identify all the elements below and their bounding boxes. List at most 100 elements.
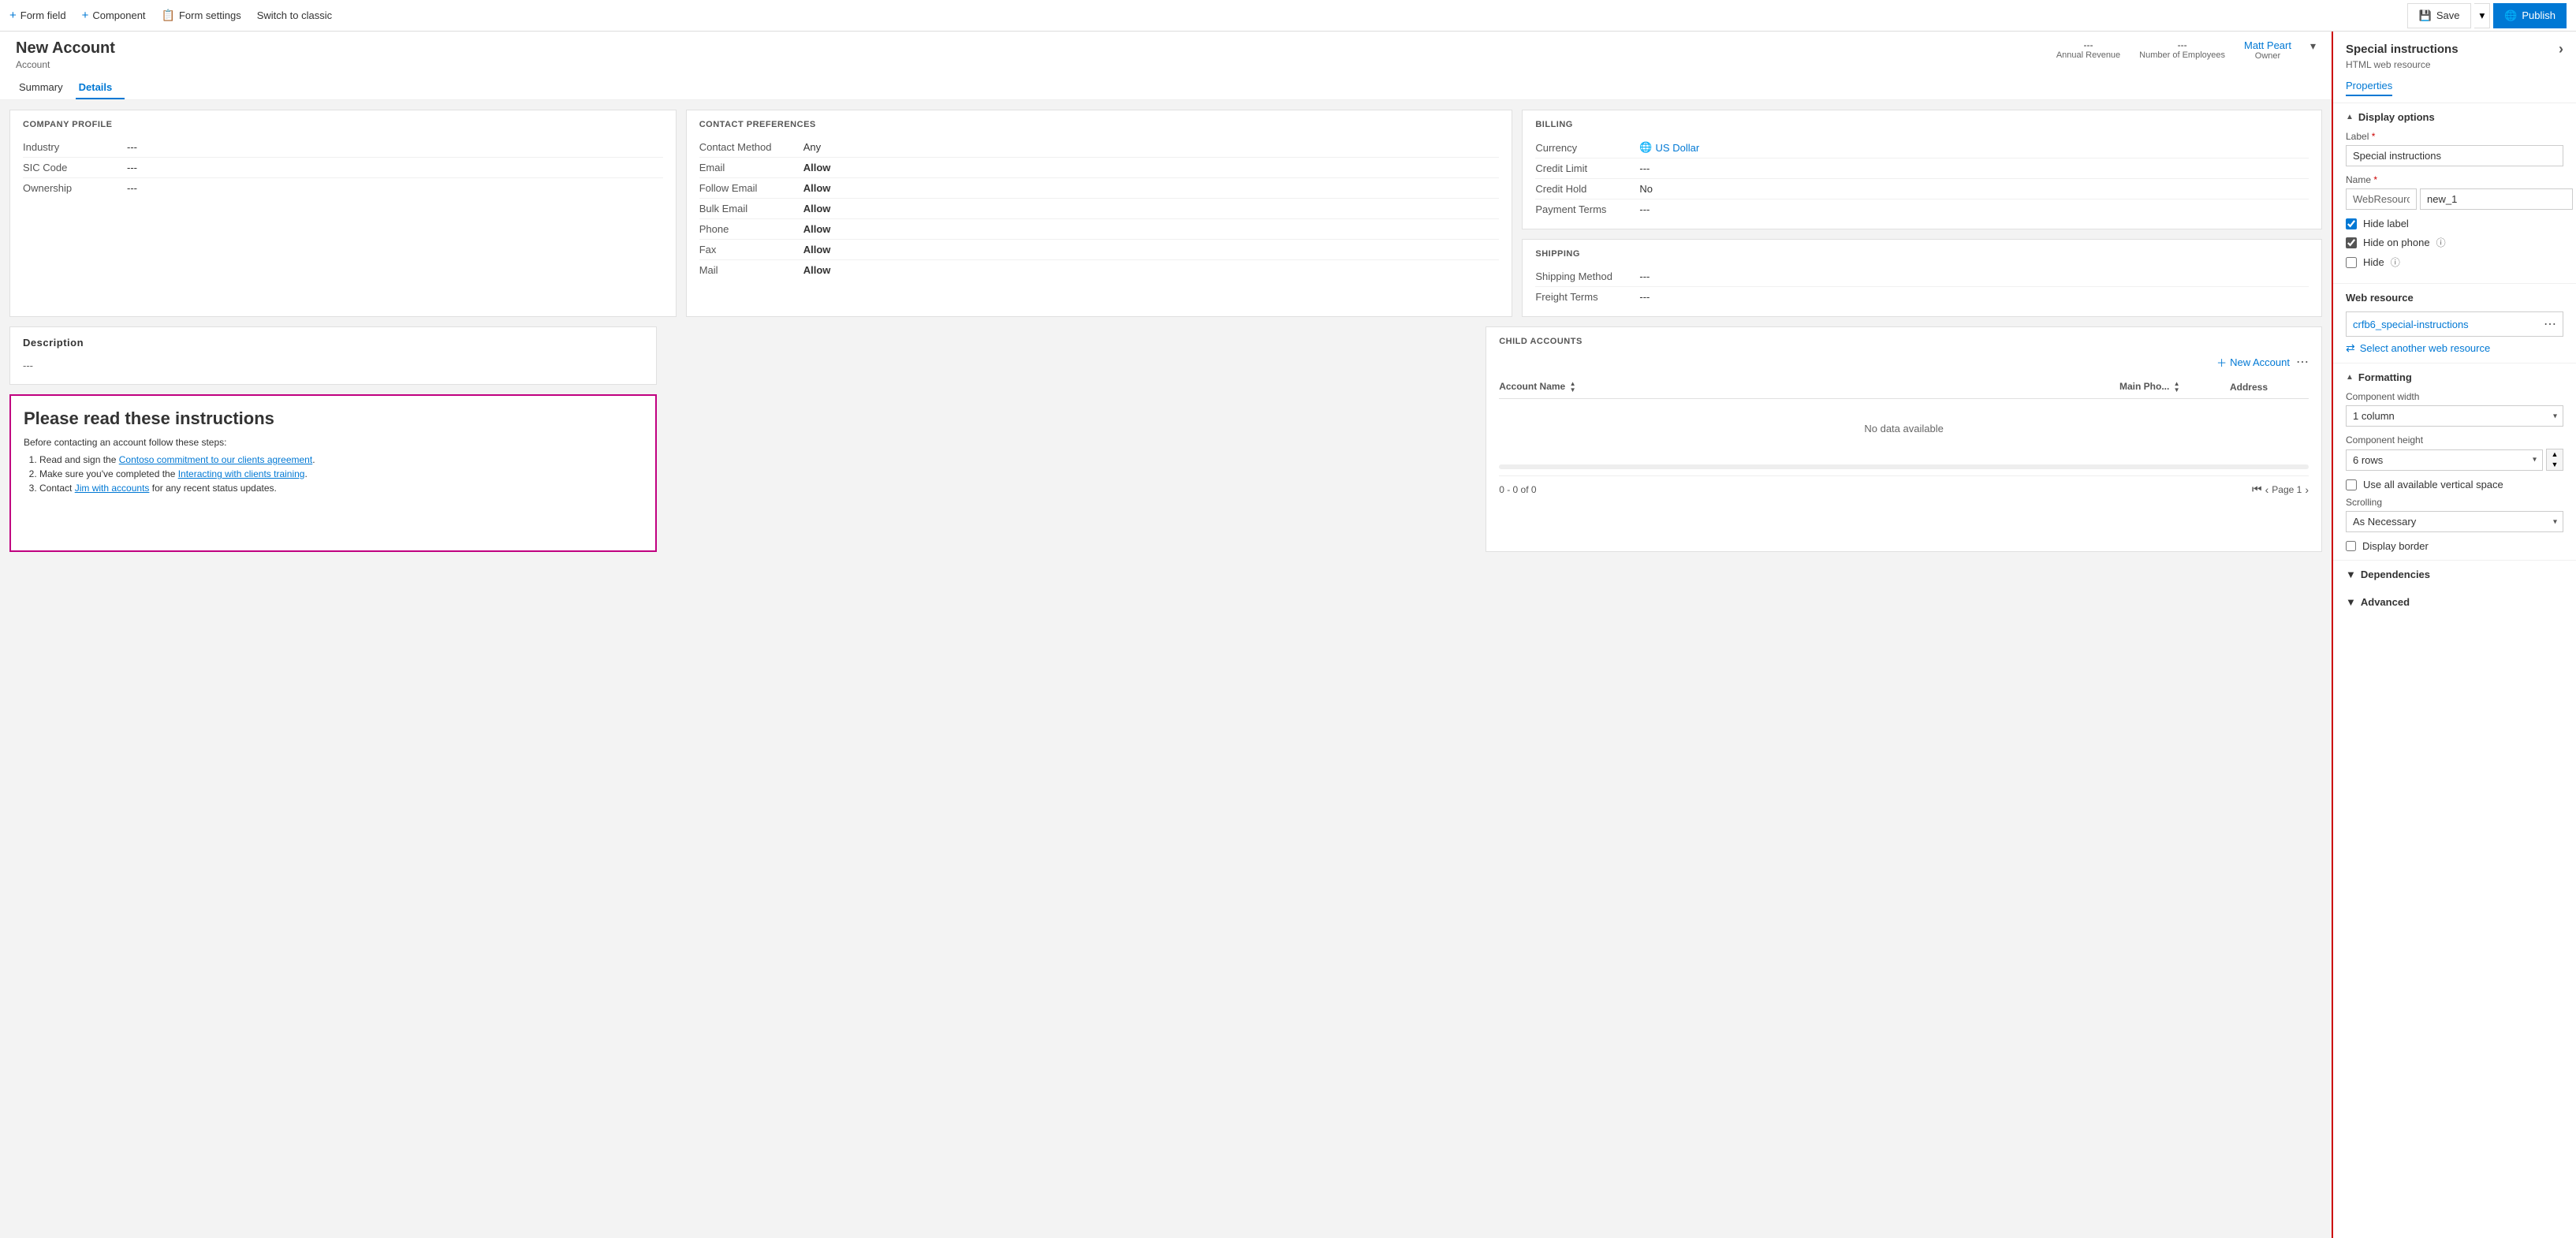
shipping-method-field: Shipping Method --- (1535, 267, 2309, 287)
info-icon-hide[interactable]: ⓘ (2391, 255, 2400, 269)
middle-spacer (666, 326, 1476, 552)
phone-field: Phone Allow (699, 219, 1500, 240)
hide-checkbox[interactable] (2346, 257, 2357, 268)
follow-email-field: Follow Email Allow (699, 178, 1500, 199)
save-button[interactable]: 💾 Save (2407, 3, 2472, 28)
use-all-space-row: Use all available vertical space (2346, 479, 2563, 490)
form-field-button[interactable]: + Form field (9, 9, 66, 22)
web-resource-label: Web resource (2346, 292, 2563, 304)
list-item: Contact Jim with accounts for any recent… (39, 483, 643, 494)
more-options-button[interactable]: ⋯ (2296, 354, 2309, 370)
hide-label-row: Hide label (2346, 218, 2563, 229)
ownership-field: Ownership --- (23, 178, 663, 198)
panel-close-icon[interactable]: › (2559, 41, 2563, 58)
prev-page-button[interactable]: ‹ (2265, 483, 2269, 496)
form-settings-button[interactable]: 📋 Form settings (162, 9, 241, 22)
height-wrapper: 6 rows ▾ ▲ ▼ (2346, 449, 2563, 471)
hide-label-checkbox[interactable] (2346, 218, 2357, 229)
save-dropdown-button[interactable]: ▾ (2474, 3, 2490, 28)
panel-subtitle: HTML web resource (2346, 59, 2563, 70)
web-resource-section: Web resource crfb6_special-instructions … (2333, 284, 2576, 364)
display-border-checkbox[interactable] (2346, 541, 2356, 551)
page-nav: ⏮ ‹ Page 1 › (2252, 483, 2309, 496)
form-subtitle: Account (16, 59, 115, 70)
right-panel: Special instructions › HTML web resource… (2332, 32, 2576, 1238)
hide-on-phone-row: Hide on phone ⓘ (2346, 236, 2563, 249)
topbar-actions: 💾 Save ▾ 🌐 Publish (2407, 3, 2567, 28)
publish-button[interactable]: 🌐 Publish (2493, 3, 2567, 28)
use-all-space-checkbox[interactable] (2346, 479, 2357, 490)
dependencies-section[interactable]: ▼ Dependencies (2333, 561, 2576, 588)
display-options-title[interactable]: ▲ Display options (2346, 111, 2563, 123)
hide-row: Hide ⓘ (2346, 255, 2563, 269)
next-page-button[interactable]: › (2305, 483, 2309, 496)
topbar: + Form field + Component 📋 Form settings… (0, 0, 2576, 32)
first-page-button[interactable]: ⏮ (2252, 483, 2262, 496)
panel-title: Special instructions › (2346, 41, 2563, 58)
advanced-title: Advanced (2361, 596, 2410, 608)
web-resource-menu-icon[interactable]: ⋯ (2544, 316, 2556, 332)
jim-link[interactable]: Jim with accounts (75, 483, 150, 494)
description-value: --- (23, 356, 643, 375)
tab-details[interactable]: Details (76, 76, 125, 99)
height-decrement-button[interactable]: ▼ (2547, 460, 2563, 470)
child-accounts-header: ＋ New Account ⋯ (1499, 354, 2309, 370)
scrolling-select-wrapper: As Necessary ▾ (2346, 511, 2563, 532)
select-web-resource-button[interactable]: ⇄ Select another web resource (2346, 341, 2563, 355)
billing-shipping-col: BILLING Currency 🌐 US Dollar Credit Limi… (1522, 110, 2322, 317)
save-icon: 💾 (2419, 9, 2432, 22)
hide-text: Hide (2363, 256, 2384, 268)
shipping-title: SHIPPING (1535, 249, 2309, 259)
info-icon-phone[interactable]: ⓘ (2436, 236, 2446, 249)
sort-icon: ▲▼ (1570, 381, 1576, 393)
special-instructions-list: Read and sign the Contoso commitment to … (24, 454, 643, 494)
shipping-section: SHIPPING Shipping Method --- Freight Ter… (1522, 239, 2322, 317)
hide-on-phone-checkbox[interactable] (2346, 237, 2357, 248)
chevron-up-formatting: ▲ (2346, 373, 2354, 382)
fax-field: Fax Allow (699, 240, 1500, 260)
list-item: Read and sign the Contoso commitment to … (39, 454, 643, 465)
page-indicator: Page 1 (2272, 484, 2302, 495)
owner-link[interactable]: Matt Peart (2244, 39, 2291, 51)
height-increment-button[interactable]: ▲ (2547, 449, 2563, 460)
advanced-section[interactable]: ▼ Advanced (2333, 588, 2576, 616)
contact-method-field: Contact Method Any (699, 137, 1500, 158)
chevron-up-icon: ▲ (2346, 113, 2354, 121)
tab-properties[interactable]: Properties (2346, 76, 2392, 96)
contoso-link[interactable]: Contoso commitment to our clients agreem… (119, 454, 312, 465)
plus-icon-component: + (82, 9, 89, 22)
chevron-down-adv: ▼ (2346, 596, 2356, 608)
tab-summary[interactable]: Summary (16, 76, 76, 99)
credit-hold-field: Credit Hold No (1535, 179, 2309, 199)
panel-header: Special instructions › HTML web resource… (2333, 32, 2576, 103)
web-resource-field[interactable]: crfb6_special-instructions ⋯ (2346, 311, 2563, 337)
col-account-name[interactable]: Account Name ▲▼ (1499, 381, 2119, 393)
display-border-row: Display border (2346, 540, 2563, 552)
col-main-phone[interactable]: Main Pho... ▲▼ (2119, 381, 2230, 393)
bulk-email-field: Bulk Email Allow (699, 199, 1500, 219)
name-prefix-input[interactable] (2346, 188, 2417, 210)
sic-code-field: SIC Code --- (23, 158, 663, 178)
web-resource-name: crfb6_special-instructions (2353, 319, 2544, 330)
formatting-title[interactable]: ▲ Formatting (2346, 371, 2563, 383)
publish-icon: 🌐 (2504, 9, 2517, 22)
component-width-select[interactable]: 1 column (2346, 405, 2563, 427)
switch-classic-button[interactable]: Switch to classic (257, 9, 332, 21)
chevron-down-deps: ▼ (2346, 569, 2356, 580)
chevron-down-icon[interactable]: ▾ (2310, 39, 2316, 53)
new-account-button[interactable]: ＋ New Account (2216, 355, 2290, 370)
form-header: New Account Account --- Annual Revenue -… (0, 32, 2332, 100)
description-label: Description (23, 337, 643, 349)
label-input[interactable] (2346, 145, 2563, 166)
table-header: Account Name ▲▼ Main Pho... ▲▼ Address (1499, 376, 2309, 399)
component-height-select[interactable]: 6 rows (2346, 449, 2543, 471)
left-bottom-col: Description --- Please read these instru… (9, 326, 657, 552)
scrollbar[interactable] (1499, 464, 2309, 469)
hide-on-phone-text: Hide on phone (2363, 237, 2430, 248)
plus-icon: + (9, 9, 17, 22)
name-value-input[interactable] (2420, 188, 2573, 210)
height-stepper: ▲ ▼ (2546, 449, 2563, 471)
training-link[interactable]: Interacting with clients training (178, 468, 305, 479)
component-button[interactable]: + Component (82, 9, 146, 22)
scrolling-select[interactable]: As Necessary (2346, 511, 2563, 532)
